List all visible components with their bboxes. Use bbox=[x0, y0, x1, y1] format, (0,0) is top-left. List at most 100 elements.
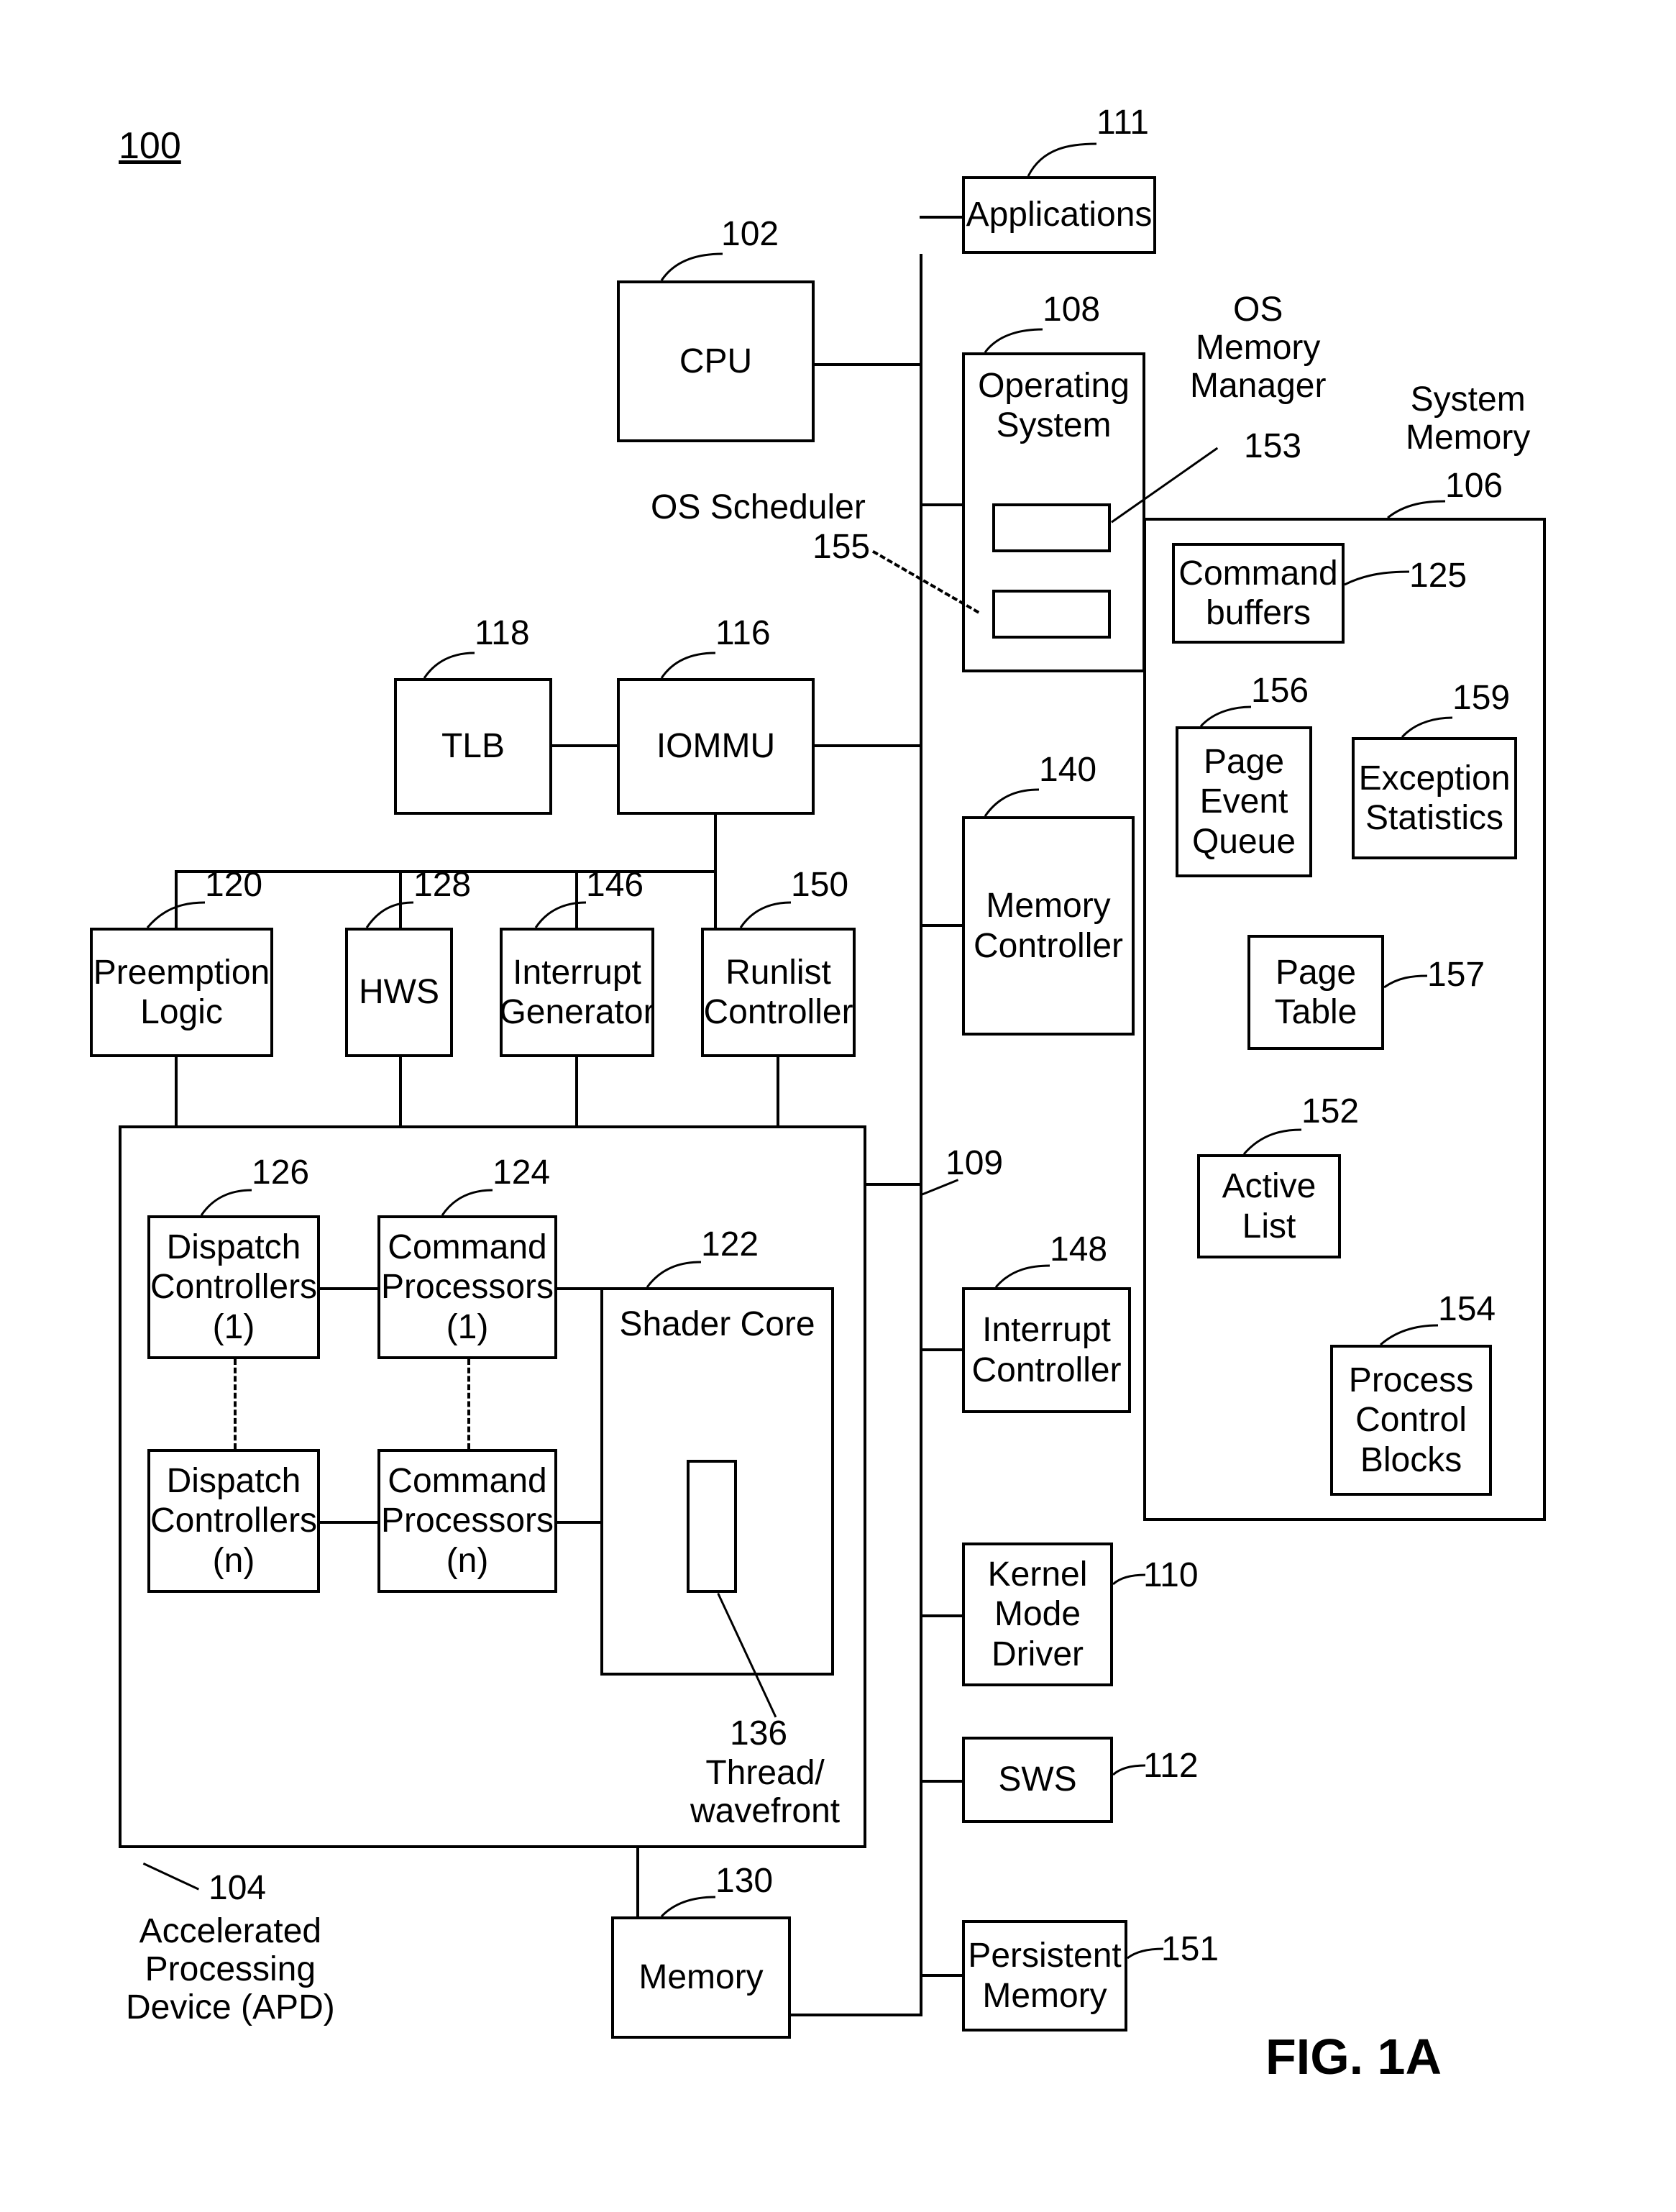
cmd-buffers-label: Command buffers bbox=[1178, 554, 1337, 633]
preemption-box: Preemption Logic bbox=[90, 928, 273, 1057]
shader-core-label: Shader Core bbox=[619, 1304, 815, 1344]
ref-153: 153 bbox=[1244, 428, 1301, 466]
conn-tlb-iommu bbox=[552, 744, 617, 747]
ref-118: 118 bbox=[475, 615, 530, 653]
ref-146: 146 bbox=[586, 867, 644, 905]
ref-130: 130 bbox=[715, 1863, 773, 1901]
figure-ref: 100 bbox=[119, 126, 181, 167]
lead-109 bbox=[921, 1179, 958, 1195]
ref-111: 111 bbox=[1096, 104, 1149, 142]
ref-128: 128 bbox=[413, 867, 471, 905]
ref-125: 125 bbox=[1409, 557, 1467, 595]
hws-label: HWS bbox=[359, 972, 439, 1012]
memory-box: Memory bbox=[611, 1916, 791, 2039]
os-sched-label: OS Scheduler bbox=[651, 489, 866, 527]
sws-label: SWS bbox=[998, 1760, 1076, 1799]
cp1-shader bbox=[557, 1287, 600, 1290]
ref-120: 120 bbox=[205, 867, 262, 905]
curve-130 bbox=[661, 1895, 715, 1916]
dc-dash bbox=[234, 1359, 237, 1449]
ref-126: 126 bbox=[252, 1154, 309, 1192]
os-mm-box bbox=[992, 503, 1111, 552]
curve-116 bbox=[661, 651, 715, 678]
os-mm-ext-label: OS Memory Manager bbox=[1190, 291, 1326, 405]
iommu-box: IOMMU bbox=[617, 678, 815, 815]
figure-label: FIG. 1A bbox=[1265, 2028, 1442, 2085]
runlist-label: Runlist Controller bbox=[703, 953, 853, 1032]
sws-box: SWS bbox=[962, 1737, 1113, 1823]
diagram-canvas: 109 100 Applications 111 CPU 102 Operati… bbox=[0, 0, 1676, 2212]
midrow-drop-3 bbox=[575, 870, 578, 928]
conn-kmd-bus bbox=[920, 1614, 962, 1617]
dcn-box: Dispatch Controllers (n) bbox=[147, 1449, 320, 1593]
ref-109: 109 bbox=[945, 1145, 1003, 1183]
cp-dash bbox=[467, 1359, 470, 1449]
page-event-queue-box: Page Event Queue bbox=[1176, 726, 1312, 877]
sys-memory-title: System Memory bbox=[1406, 381, 1530, 457]
persist-mem-label: Persistent Memory bbox=[968, 1936, 1121, 2015]
cp1-label: Command Processors (1) bbox=[381, 1228, 554, 1347]
dc1-cp1 bbox=[320, 1287, 377, 1290]
ref-122: 122 bbox=[701, 1226, 759, 1264]
midrow-drop-1 bbox=[175, 870, 178, 928]
int-ctrl-label: Interrupt Controller bbox=[971, 1310, 1122, 1389]
ref-155: 155 bbox=[812, 529, 870, 567]
ref-159: 159 bbox=[1452, 680, 1510, 718]
memory-label: Memory bbox=[638, 1957, 763, 1997]
conn-os-bus bbox=[920, 503, 962, 506]
ref-104: 104 bbox=[209, 1870, 266, 1908]
pcb-box: Process Control Blocks bbox=[1330, 1345, 1492, 1496]
kmd-label: Kernel Mode Driver bbox=[971, 1555, 1104, 1674]
curve-112 bbox=[1113, 1764, 1145, 1775]
thread-box bbox=[687, 1460, 737, 1593]
ref-108: 108 bbox=[1043, 291, 1100, 329]
iommu-label: IOMMU bbox=[656, 726, 775, 766]
curve-110 bbox=[1113, 1573, 1145, 1584]
curve-148 bbox=[996, 1263, 1050, 1287]
apd-label: Accelerated Processing Device (APD) bbox=[126, 1913, 335, 2026]
cpu-label: CPU bbox=[679, 342, 752, 381]
curve-146 bbox=[536, 900, 586, 928]
active-list-box: Active List bbox=[1197, 1154, 1341, 1258]
int-gen-box: Interrupt Generator bbox=[500, 928, 654, 1057]
active-list-label: Active List bbox=[1206, 1166, 1332, 1246]
tlb-label: TLB bbox=[441, 726, 505, 766]
pcb-label: Process Control Blocks bbox=[1339, 1361, 1483, 1480]
curve-111 bbox=[1028, 140, 1096, 176]
ref-151: 151 bbox=[1161, 1931, 1219, 1969]
hws-box: HWS bbox=[345, 928, 453, 1057]
curve-108 bbox=[985, 327, 1043, 352]
ref-140: 140 bbox=[1039, 751, 1096, 790]
page-event-queue-label: Page Event Queue bbox=[1184, 742, 1304, 862]
mem-controller-label: Memory Controller bbox=[971, 886, 1126, 965]
midrow-drop-4 bbox=[714, 870, 717, 928]
drop-pre bbox=[175, 1057, 178, 1125]
curve-106 bbox=[1388, 500, 1445, 518]
preemption-label: Preemption Logic bbox=[93, 953, 270, 1032]
ref-112: 112 bbox=[1143, 1747, 1199, 1786]
curve-150 bbox=[741, 900, 791, 928]
applications-box: Applications bbox=[962, 176, 1156, 254]
cmd-buffers-box: Command buffers bbox=[1172, 543, 1345, 644]
dcn-cpn bbox=[320, 1521, 377, 1524]
conn-iommu-bus bbox=[815, 744, 922, 747]
ref-102: 102 bbox=[721, 216, 779, 254]
curve-102 bbox=[661, 252, 723, 280]
applications-label: Applications bbox=[966, 195, 1153, 234]
conn-persist-bus bbox=[920, 1974, 962, 1977]
conn-mem-apd bbox=[636, 1848, 639, 1916]
ref-156: 156 bbox=[1251, 672, 1309, 710]
conn-sws-bus bbox=[920, 1780, 962, 1783]
ref-152: 152 bbox=[1301, 1093, 1359, 1131]
int-gen-label: Interrupt Generator bbox=[499, 953, 654, 1032]
dc1-box: Dispatch Controllers (1) bbox=[147, 1215, 320, 1359]
conn-iommu-down bbox=[714, 815, 717, 872]
ref-110: 110 bbox=[1143, 1557, 1199, 1595]
ref-116: 116 bbox=[715, 615, 771, 653]
ref-150: 150 bbox=[791, 867, 848, 905]
ref-154: 154 bbox=[1438, 1291, 1496, 1329]
ref-106: 106 bbox=[1445, 467, 1503, 506]
conn-cpu-bus bbox=[815, 363, 922, 366]
cp1-box: Command Processors (1) bbox=[377, 1215, 557, 1359]
runlist-box: Runlist Controller bbox=[701, 928, 856, 1057]
